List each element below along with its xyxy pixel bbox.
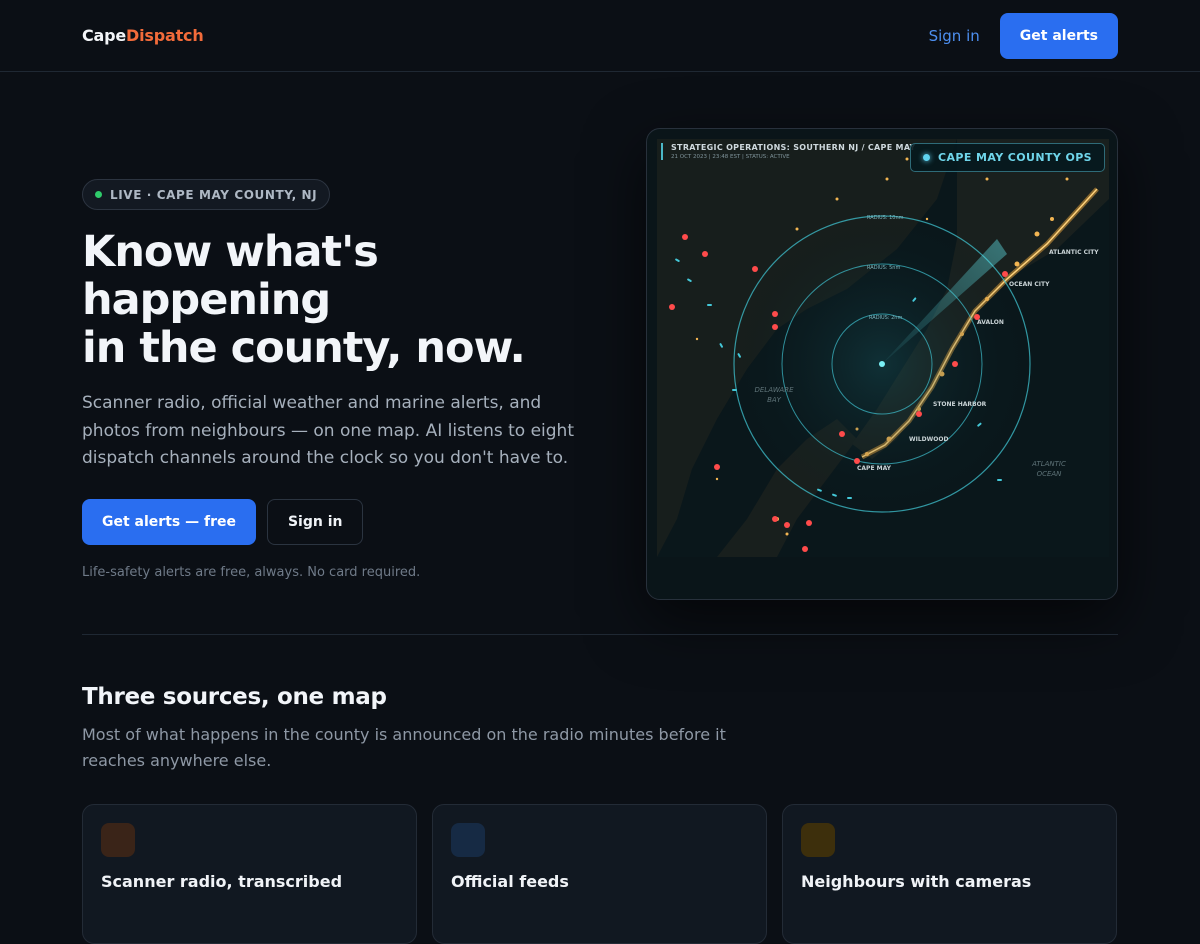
map-header-subtitle: 21 OCT 2023 | 23:48 EST | STATUS: ACTIVE <box>671 154 790 160</box>
live-badge-label: LIVE · CAPE MAY COUNTY, NJ <box>110 187 318 202</box>
get-alerts-free-button[interactable]: Get alerts — free <box>82 498 256 545</box>
map-ring-label-10nm: RADIUS: 10nm <box>867 215 904 221</box>
map-label-cape-may: CAPE MAY <box>857 465 892 472</box>
map-header-title: STRATEGIC OPERATIONS: SOUTHERN NJ / CAPE… <box>671 143 916 152</box>
top-nav: CapeDispatch Sign in Get alerts <box>0 0 1200 72</box>
source-card-scanner[interactable]: Scanner radio, transcribed <box>82 804 417 944</box>
source-cards: Scanner radio, transcribed Official feed… <box>82 804 1117 944</box>
brand-name-part1: Cape <box>82 26 127 45</box>
sources-section: Three sources, one map Most of what happ… <box>82 684 1118 944</box>
nav-signin-link[interactable]: Sign in <box>929 27 980 45</box>
hero-cta-group: Get alerts — free Sign in <box>82 498 602 545</box>
map-label-atlantic-city: ATLANTIC CITY <box>1049 249 1099 256</box>
map-label-delaware-bay: DELAWARE BAY <box>754 386 794 404</box>
map-ring-label-5nm: RADIUS: 5nm <box>867 265 901 271</box>
hero-title-line1: Know what's happening <box>82 227 379 325</box>
source-card-title: Neighbours with cameras <box>801 872 1032 891</box>
section-divider <box>82 634 1118 635</box>
ops-map[interactable]: STRATEGIC OPERATIONS: SOUTHERN NJ / CAPE… <box>657 139 1109 557</box>
sources-title: Three sources, one map <box>82 684 387 710</box>
hero-title-line2: in the county, now. <box>82 323 526 373</box>
map-header: STRATEGIC OPERATIONS: SOUTHERN NJ / CAPE… <box>661 143 916 160</box>
ops-status-dot-icon <box>923 154 930 161</box>
map-ring-label-2nm: RADIUS: 2nm <box>869 315 903 321</box>
hero-signin-button[interactable]: Sign in <box>266 498 364 545</box>
live-dot-icon <box>95 191 102 198</box>
hero-note: Life-safety alerts are free, always. No … <box>82 564 421 580</box>
nav-get-alerts-button[interactable]: Get alerts <box>999 12 1118 59</box>
source-card-official[interactable]: Official feeds <box>432 804 767 944</box>
ops-badge-label: CAPE MAY COUNTY OPS <box>938 151 1092 164</box>
hero-title: Know what's happening in the county, now… <box>82 228 602 372</box>
camera-icon <box>801 823 835 857</box>
source-card-neighbours[interactable]: Neighbours with cameras <box>782 804 1117 944</box>
radio-icon <box>101 823 135 857</box>
map-label-wildwood: WILDWOOD <box>909 436 949 443</box>
live-badge: LIVE · CAPE MAY COUNTY, NJ <box>82 179 331 210</box>
hero-content: LIVE · CAPE MAY COUNTY, NJ Know what's h… <box>82 179 602 580</box>
hero-section: LIVE · CAPE MAY COUNTY, NJ Know what's h… <box>0 72 1200 634</box>
map-label-atlantic-ocean: ATLANTIC OCEAN <box>1032 460 1066 478</box>
map-label-ocean-city: OCEAN CITY <box>1009 281 1050 288</box>
map-label-stone-harbor: STONE HARBOR <box>933 401 987 408</box>
map-label-avalon: AVALON <box>977 319 1004 326</box>
source-card-title: Scanner radio, transcribed <box>101 872 343 891</box>
source-card-title: Official feeds <box>451 872 569 891</box>
hero-description: Scanner radio, official weather and mari… <box>82 393 574 468</box>
nav-actions: Sign in Get alerts <box>929 12 1118 59</box>
map-preview-card[interactable]: STRATEGIC OPERATIONS: SOUTHERN NJ / CAPE… <box>646 128 1118 600</box>
brand-logo[interactable]: CapeDispatch <box>82 26 204 45</box>
ops-badge[interactable]: CAPE MAY COUNTY OPS <box>910 143 1105 172</box>
feed-icon <box>451 823 485 857</box>
sources-description: Most of what happens in the county is an… <box>82 725 726 770</box>
brand-name-part2: Dispatch <box>126 26 204 45</box>
ops-map-graphic <box>657 139 1109 557</box>
